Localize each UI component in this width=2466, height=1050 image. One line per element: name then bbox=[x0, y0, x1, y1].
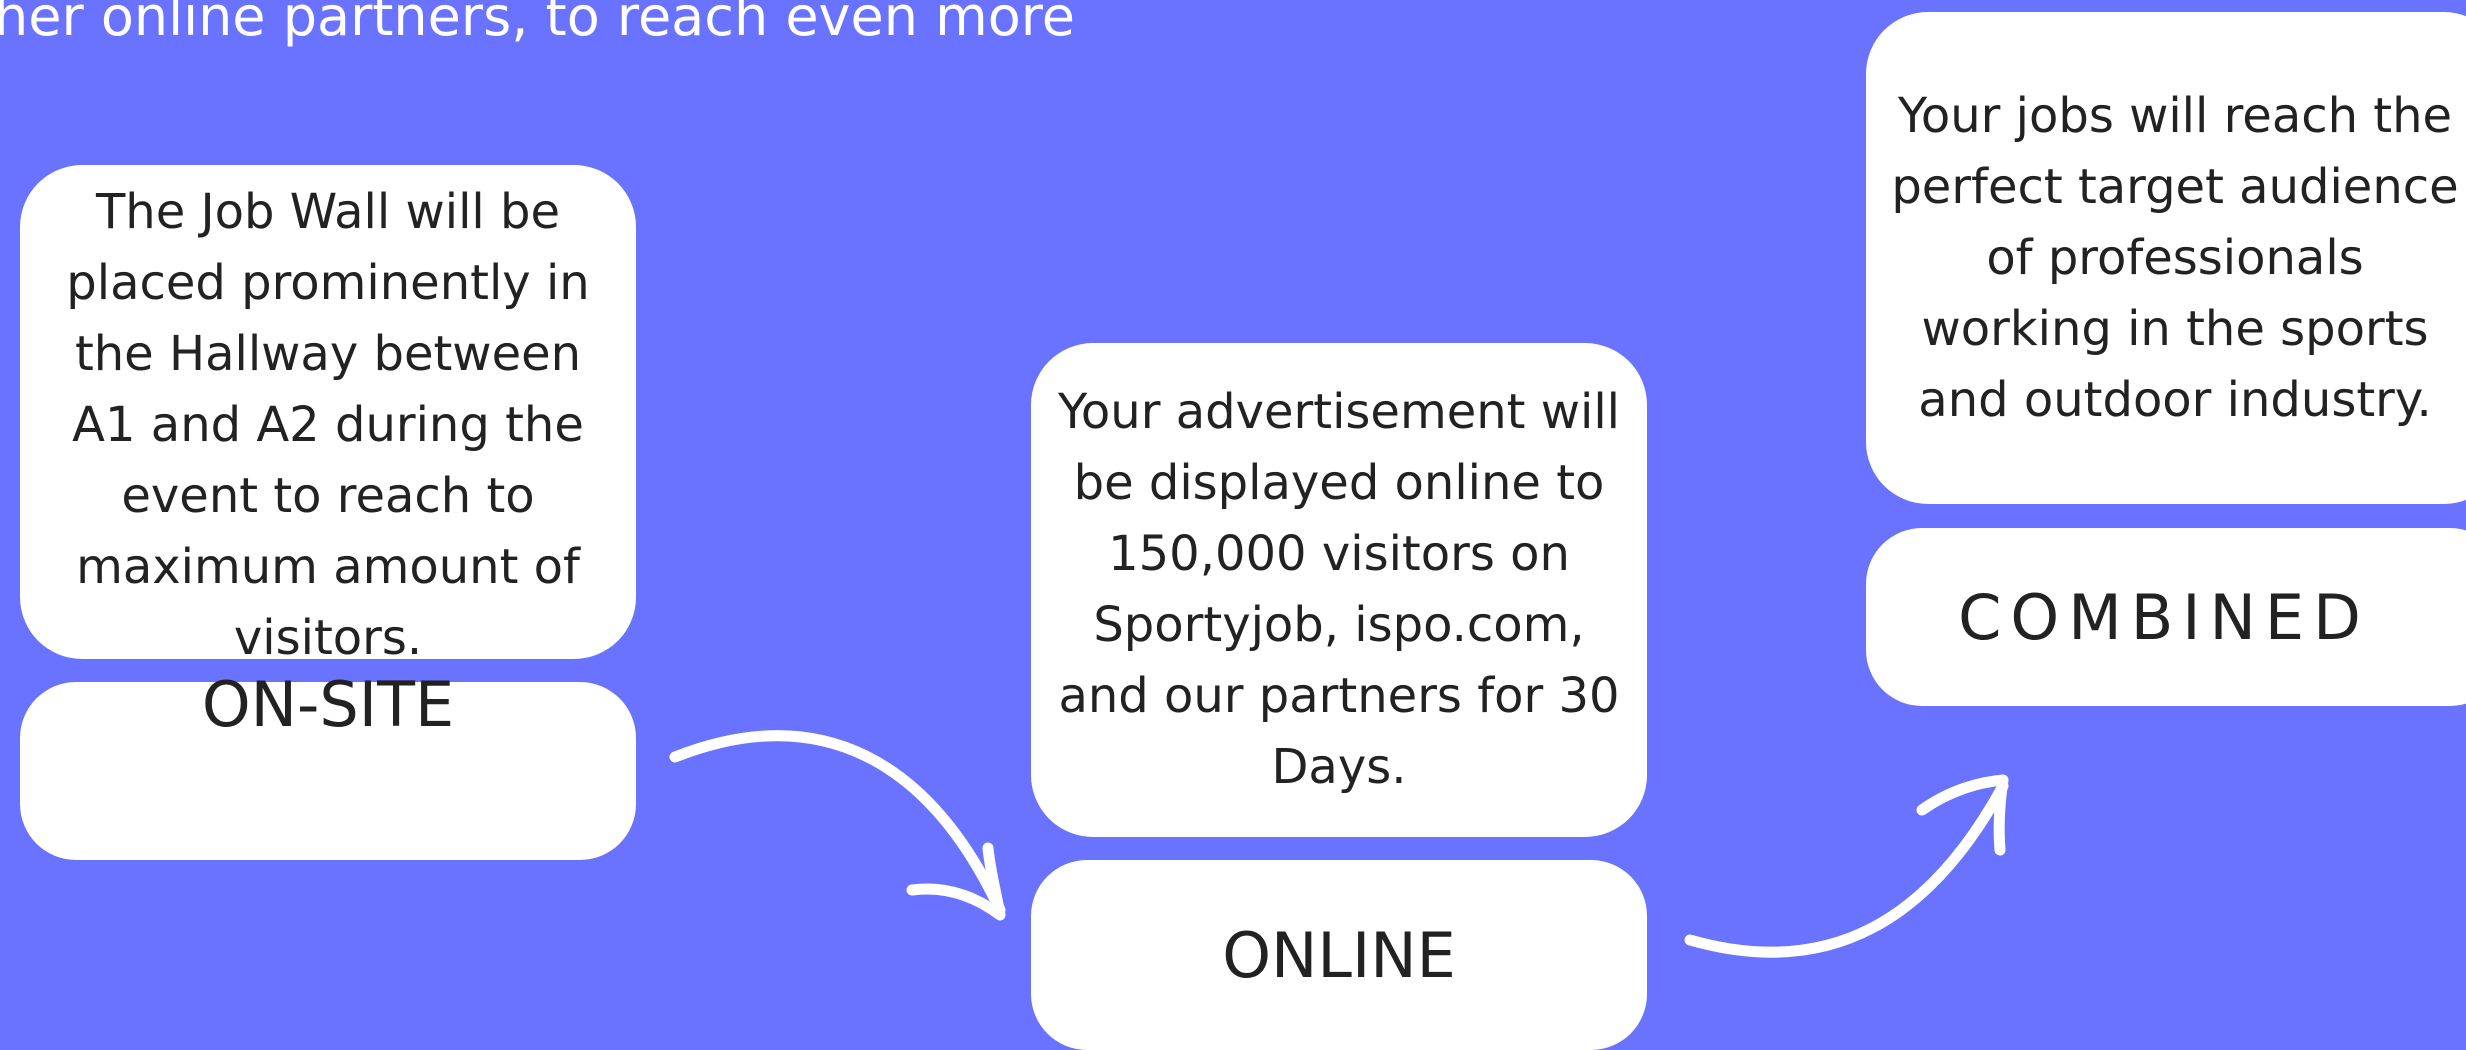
curved-arrow-up-right-icon bbox=[1684, 774, 2009, 958]
curved-arrow-down-right-icon bbox=[669, 730, 1006, 921]
flow-arrows bbox=[669, 730, 2009, 958]
